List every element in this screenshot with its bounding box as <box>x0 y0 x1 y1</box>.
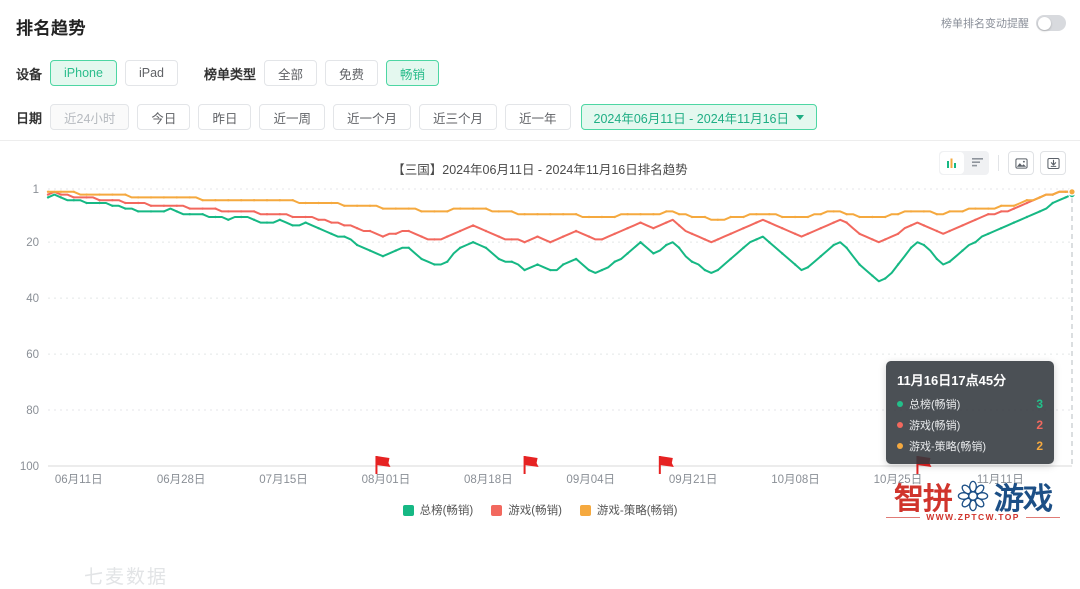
list-type-label: 榜单类型 <box>203 66 256 82</box>
svg-text:40: 40 <box>26 293 39 305</box>
legend-label-total: 总榜(畅销) <box>419 505 474 517</box>
chart-legend: 总榜(畅销) 游戏(畅销) 游戏-策略(畅销) <box>0 502 1080 518</box>
tooltip-row: 游戏-策略(畅销) 2 <box>897 438 1043 454</box>
tooltip-dot-strategy <box>897 443 903 449</box>
svg-text:08月01日: 08月01日 <box>362 474 411 486</box>
update-flag-marker[interactable] <box>658 456 674 474</box>
svg-text:80: 80 <box>26 405 39 417</box>
list-type-option-grossing[interactable]: 畅销 <box>386 60 440 86</box>
tooltip-value-strategy: 2 <box>1036 439 1043 453</box>
date-option-year[interactable]: 近一年 <box>505 104 571 130</box>
date-option-week[interactable]: 近一周 <box>259 104 325 130</box>
data-source-watermark: 七麦数据 <box>84 566 169 588</box>
tooltip-name-total: 总榜(畅销) <box>909 399 961 411</box>
svg-text:60: 60 <box>26 349 39 361</box>
legend-swatch-total <box>402 504 414 516</box>
chart-tooltip: 11月16日17点45分 总榜(畅销) 3 游戏(畅销) 2 游戏-策略(畅销)… <box>886 361 1054 464</box>
tooltip-name-games: 游戏(畅销) <box>909 420 961 432</box>
device-option-iphone[interactable]: iPhone <box>50 60 117 86</box>
chevron-down-icon <box>796 114 804 120</box>
legend-item-games[interactable]: 游戏(畅销) <box>491 502 562 518</box>
svg-text:09月21日: 09月21日 <box>669 474 718 486</box>
legend-swatch-games <box>491 504 503 516</box>
list-type-option-all[interactable]: 全部 <box>264 60 318 86</box>
update-flag-marker[interactable] <box>523 456 539 474</box>
tooltip-name-strategy: 游戏-策略(畅销) <box>909 441 986 453</box>
legend-label-games: 游戏(畅销) <box>508 505 562 517</box>
tooltip-row: 游戏(畅销) 2 <box>897 417 1043 433</box>
device-filter-row: 设备 iPhone iPad 榜单类型 全部 免费 畅销 <box>16 60 447 86</box>
date-option-24h[interactable]: 近24小时 <box>50 104 130 130</box>
rank-alert-switch[interactable] <box>1036 15 1066 31</box>
date-option-yesterday[interactable]: 昨日 <box>198 104 252 130</box>
list-type-option-free[interactable]: 免费 <box>325 60 379 86</box>
svg-text:10月08日: 10月08日 <box>771 474 820 486</box>
svg-text:1: 1 <box>33 184 39 196</box>
svg-text:100: 100 <box>20 461 39 473</box>
svg-text:08月18日: 08月18日 <box>464 474 513 486</box>
svg-text:10月25日: 10月25日 <box>874 474 923 486</box>
download-icon[interactable] <box>1040 151 1066 175</box>
tooltip-dot-games <box>897 422 903 428</box>
rank-alert-toggle-group[interactable]: 榜单排名变动提醒 <box>941 15 1066 31</box>
page-title: 排名趋势 <box>16 19 86 38</box>
toolbar-divider <box>998 155 999 171</box>
legend-swatch-strategy <box>579 504 591 516</box>
svg-text:11月11日: 11月11日 <box>977 474 1024 486</box>
date-range-value: 2024年06月11日 - 2024年11月16日 <box>593 111 789 126</box>
svg-text:06月11日: 06月11日 <box>55 474 103 486</box>
view-mode-group <box>939 151 989 175</box>
svg-text:06月28日: 06月28日 <box>157 474 206 486</box>
switch-knob <box>1037 16 1051 30</box>
list-view-icon[interactable] <box>965 151 989 173</box>
tooltip-dot-total <box>897 401 903 407</box>
date-option-month[interactable]: 近一个月 <box>332 104 411 130</box>
legend-item-strategy[interactable]: 游戏-策略(畅销) <box>579 502 678 518</box>
tooltip-time: 11月16日17点45分 <box>897 373 1007 388</box>
bar-chart-icon[interactable] <box>940 152 964 174</box>
svg-text:07月15日: 07月15日 <box>259 474 308 486</box>
chart-card: 【三国】2024年06月11日 - 2024年11月16日排名趋势 1 20 4… <box>0 140 1080 588</box>
svg-text:20: 20 <box>26 237 39 249</box>
date-range-picker[interactable]: 2024年06月11日 - 2024年11月16日 <box>580 104 817 130</box>
tooltip-value-total: 3 <box>1036 397 1043 411</box>
device-option-ipad[interactable]: iPad <box>124 60 178 86</box>
date-option-today[interactable]: 今日 <box>137 104 191 130</box>
date-label: 日期 <box>16 110 43 126</box>
svg-text:09月04日: 09月04日 <box>566 474 615 486</box>
chart-title: 【三国】2024年06月11日 - 2024年11月16日排名趋势 <box>392 163 688 177</box>
image-export-icon[interactable] <box>1008 151 1034 175</box>
device-label: 设备 <box>16 66 43 82</box>
legend-label-strategy: 游戏-策略(畅销) <box>596 505 678 517</box>
rank-alert-label: 榜单排名变动提醒 <box>941 18 1029 30</box>
date-filter-row: 日期 近24小时 今日 昨日 近一周 近一个月 近三个月 近一年 2024年06… <box>16 104 825 130</box>
chart-toolbar <box>939 151 1066 175</box>
ranking-trend-page: 排名趋势 榜单排名变动提醒 设备 iPhone iPad 榜单类型 全部 免费 … <box>0 0 1080 588</box>
legend-item-total[interactable]: 总榜(畅销) <box>402 502 474 518</box>
tooltip-row: 总榜(畅销) 3 <box>897 396 1043 412</box>
date-option-three-months[interactable]: 近三个月 <box>418 104 497 130</box>
tooltip-value-games: 2 <box>1036 418 1043 432</box>
update-flag-marker[interactable] <box>375 456 391 474</box>
